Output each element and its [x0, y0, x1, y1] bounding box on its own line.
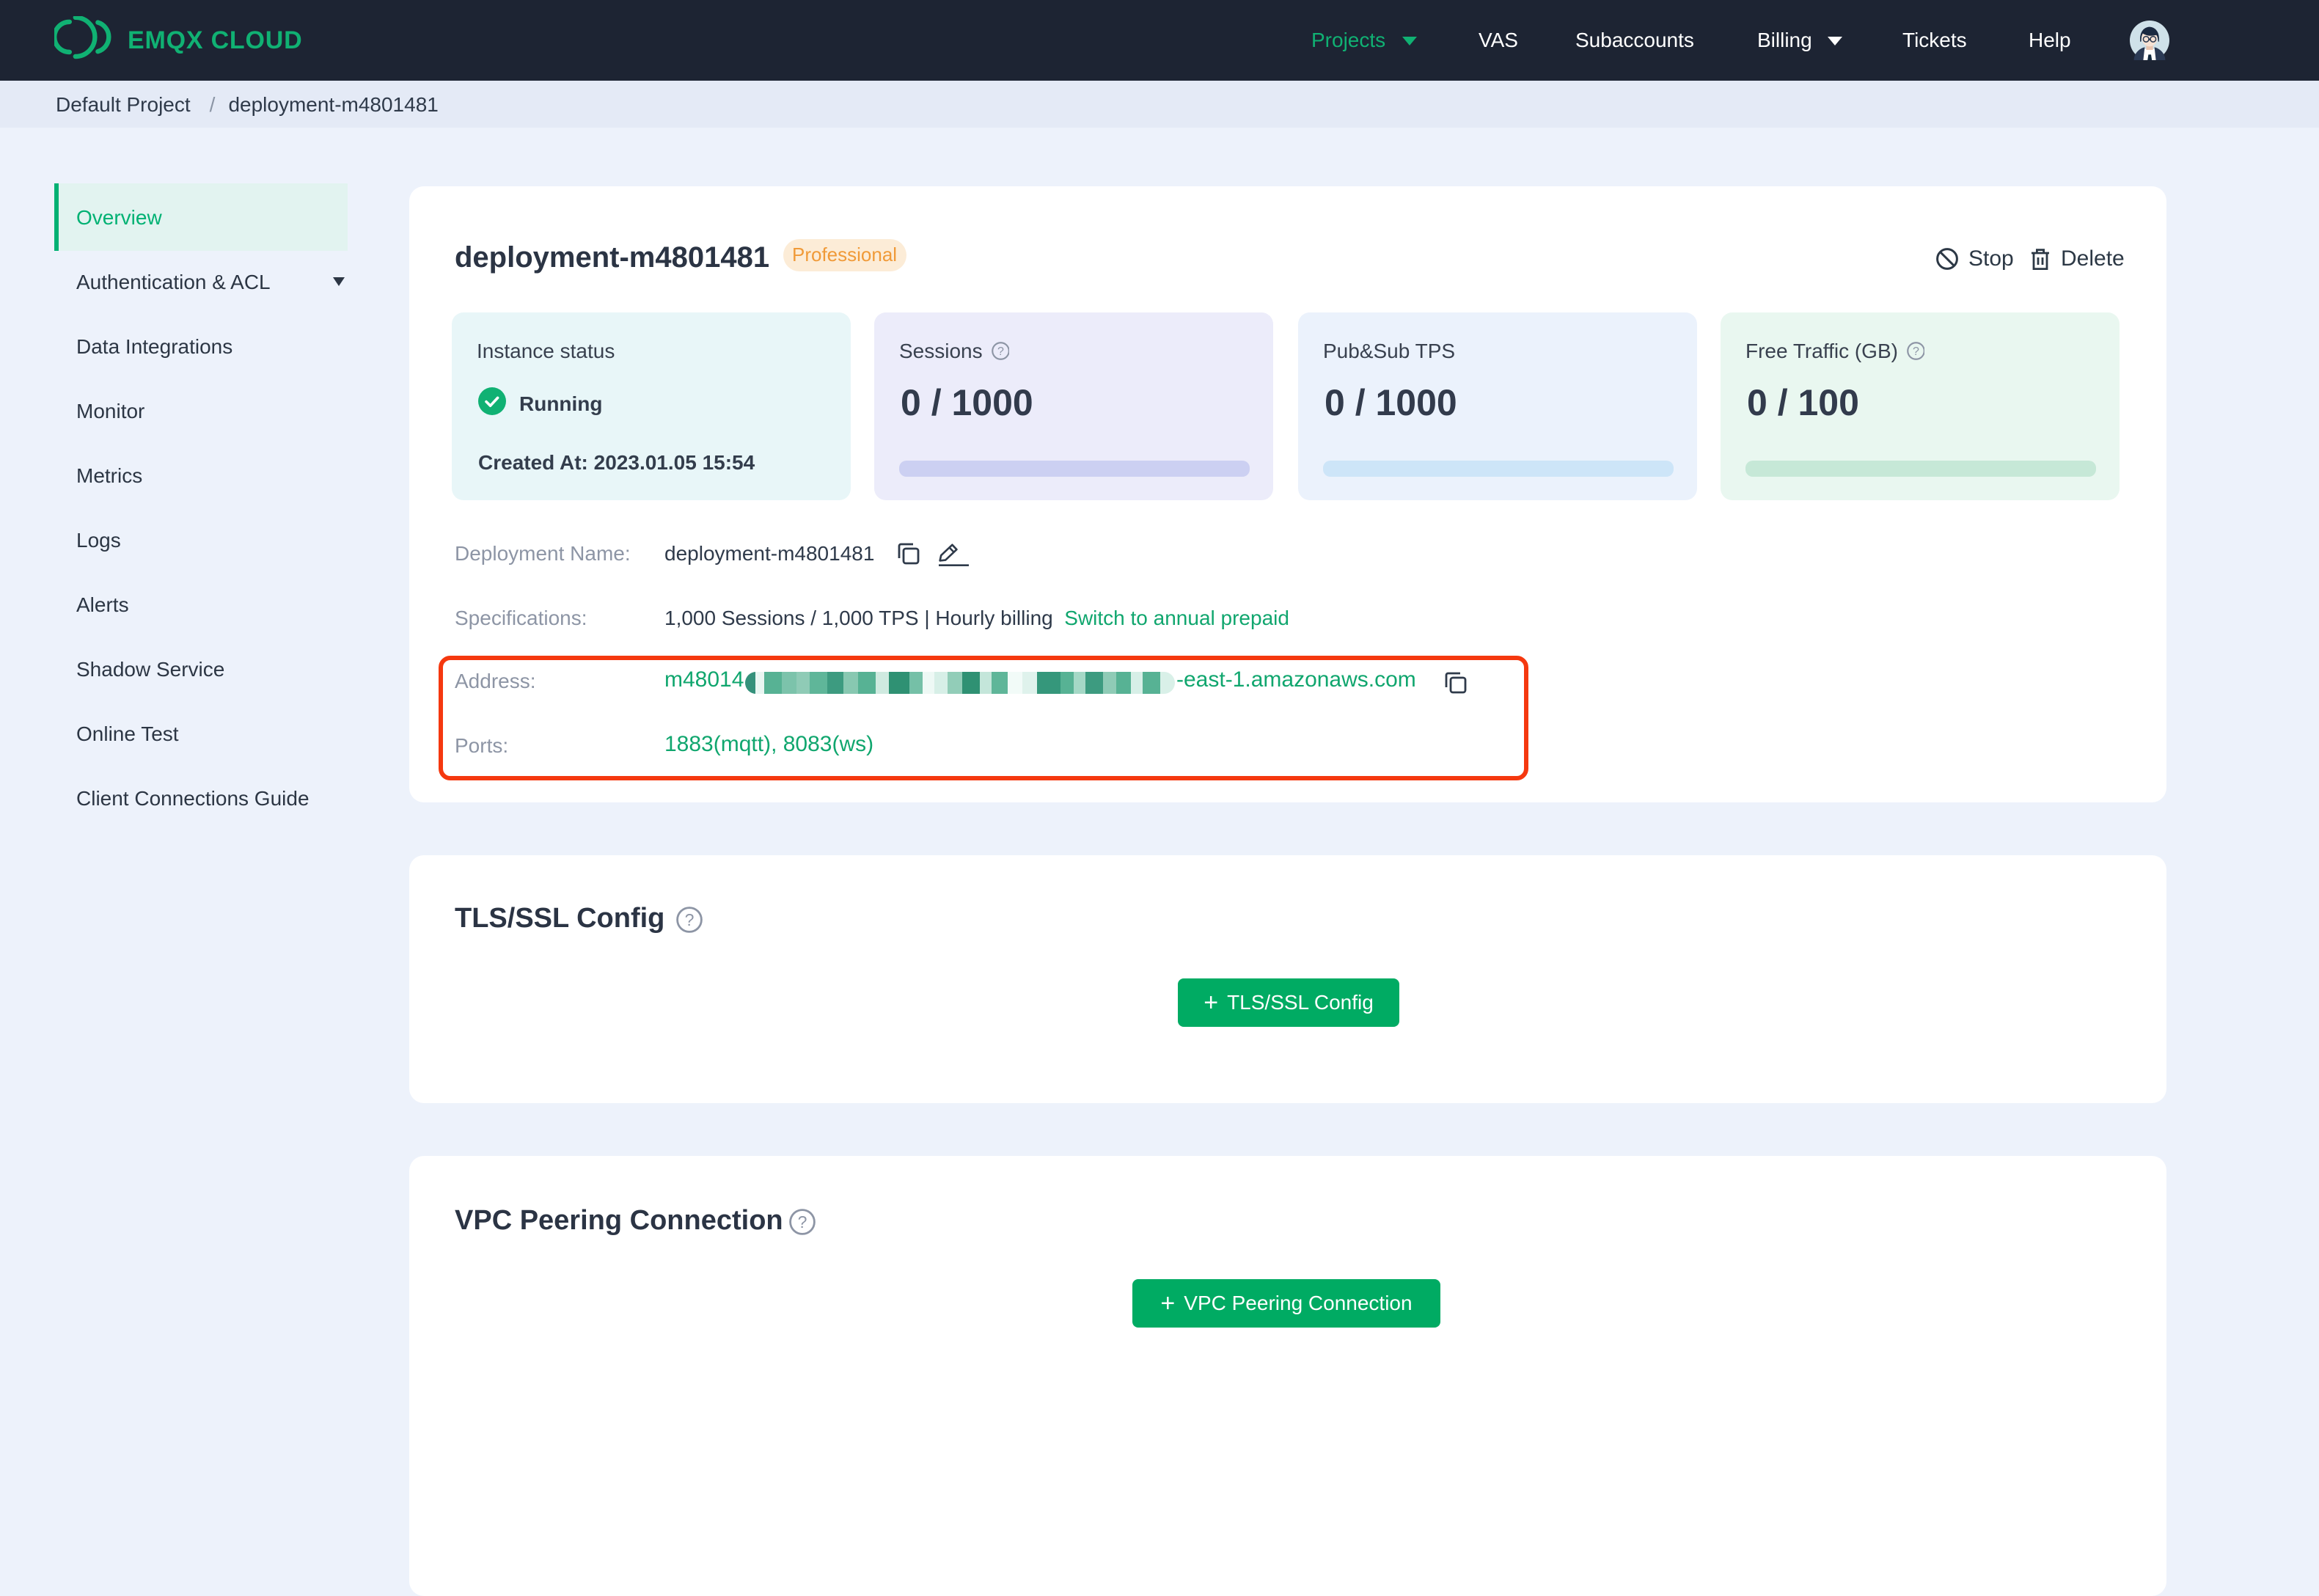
- svg-text:?: ?: [685, 910, 695, 929]
- svg-text:?: ?: [798, 1212, 807, 1231]
- svg-text:?: ?: [997, 345, 1004, 358]
- svg-text:?: ?: [1913, 345, 1919, 358]
